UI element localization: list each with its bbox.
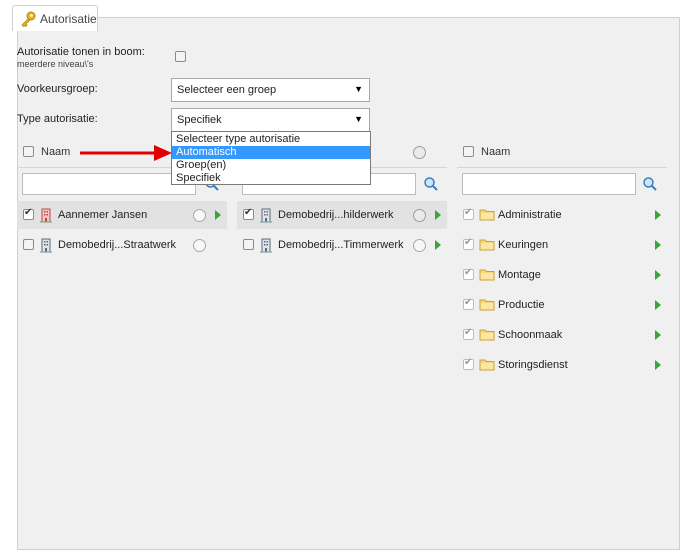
row-label: Aannemer Jansen bbox=[58, 209, 148, 221]
radio-button[interactable] bbox=[413, 239, 426, 252]
folder-icon bbox=[479, 269, 495, 281]
dropdown-option-automatisch[interactable]: Automatisch bbox=[172, 146, 370, 159]
search-icon[interactable] bbox=[642, 176, 658, 192]
tab-autorisatie[interactable]: Autorisatie bbox=[12, 5, 98, 31]
col1-search-input[interactable] bbox=[22, 173, 196, 195]
chevron-down-icon: ▼ bbox=[354, 114, 363, 124]
folder-icon bbox=[479, 299, 495, 311]
building-icon bbox=[260, 208, 272, 223]
folder-icon bbox=[479, 209, 495, 221]
pref-group-value: Selecteer een groep bbox=[177, 84, 277, 96]
comment-icon[interactable] bbox=[413, 209, 426, 222]
pref-group-select[interactable]: Selecteer een groep ▼ bbox=[171, 78, 370, 102]
dropdown-option-select-type[interactable]: Selecteer type autorisatie bbox=[172, 133, 370, 146]
building-icon bbox=[40, 208, 52, 223]
row-checkbox[interactable] bbox=[23, 239, 34, 250]
row-checkbox[interactable] bbox=[243, 239, 254, 250]
folder-icon bbox=[479, 239, 495, 251]
radio-button[interactable] bbox=[193, 239, 206, 252]
chevron-down-icon: ▼ bbox=[354, 84, 363, 94]
row-checkbox[interactable] bbox=[23, 207, 34, 220]
row-label: Demobedrij...Timmerwerk bbox=[278, 239, 404, 251]
divider bbox=[457, 167, 667, 168]
folder-icon bbox=[479, 329, 495, 341]
search-icon[interactable] bbox=[423, 176, 439, 192]
row-label: Administratie bbox=[498, 209, 562, 221]
row-checkbox[interactable] bbox=[463, 297, 474, 310]
play-icon[interactable] bbox=[655, 240, 661, 250]
row-label: Schoonmaak bbox=[498, 329, 563, 341]
row-checkbox[interactable] bbox=[463, 357, 474, 370]
row-checkbox[interactable] bbox=[463, 267, 474, 280]
col3-select-all-checkbox[interactable] bbox=[463, 146, 474, 157]
row-label: Montage bbox=[498, 269, 541, 281]
play-icon[interactable] bbox=[655, 360, 661, 370]
red-arrow-annotation bbox=[80, 145, 172, 161]
row-label: Demobedrij...Straatwerk bbox=[58, 239, 176, 251]
play-icon[interactable] bbox=[655, 330, 661, 340]
play-icon[interactable] bbox=[655, 210, 661, 220]
row-checkbox[interactable] bbox=[463, 207, 474, 220]
row-label: Productie bbox=[498, 299, 545, 311]
col1-header: Naam bbox=[41, 146, 71, 158]
row-label: Keuringen bbox=[498, 239, 549, 251]
row-checkbox[interactable] bbox=[463, 237, 474, 250]
key-icon bbox=[21, 11, 36, 27]
play-icon[interactable] bbox=[435, 210, 441, 220]
tab-label: Autorisatie bbox=[40, 12, 97, 26]
row-label: Storingsdienst bbox=[498, 359, 568, 371]
building-icon bbox=[260, 238, 272, 253]
play-icon[interactable] bbox=[655, 300, 661, 310]
show-tree-checkbox[interactable] bbox=[175, 51, 186, 62]
play-icon[interactable] bbox=[655, 270, 661, 280]
auth-type-value: Specifiek bbox=[177, 114, 222, 126]
auth-type-dropdown: Selecteer type autorisatie Automatisch G… bbox=[171, 131, 371, 185]
comment-icon[interactable] bbox=[413, 146, 426, 159]
col1-select-all-checkbox[interactable] bbox=[23, 146, 34, 157]
dropdown-option-groepen[interactable]: Groep(en) bbox=[172, 159, 370, 172]
auth-type-select[interactable]: Specifiek ▼ bbox=[171, 108, 370, 132]
folder-icon bbox=[479, 359, 495, 371]
row-checkbox[interactable] bbox=[463, 327, 474, 340]
dropdown-option-specifiek[interactable]: Specifiek bbox=[172, 172, 370, 185]
radio-button[interactable] bbox=[193, 209, 206, 222]
play-icon[interactable] bbox=[215, 210, 221, 220]
col3-search-input[interactable] bbox=[462, 173, 636, 195]
row-checkbox[interactable] bbox=[243, 207, 254, 220]
tree-label: Autorisatie tonen in boom: bbox=[17, 46, 145, 58]
col3-header: Naam bbox=[481, 146, 511, 158]
tree-sublabel: meerdere niveau\'s bbox=[17, 59, 94, 69]
row-label: Demobedrij...hilderwerk bbox=[278, 209, 394, 221]
pref-group-label: Voorkeursgroep: bbox=[17, 83, 98, 95]
building-icon bbox=[40, 238, 52, 253]
auth-type-label: Type autorisatie: bbox=[17, 113, 98, 125]
play-icon[interactable] bbox=[435, 240, 441, 250]
